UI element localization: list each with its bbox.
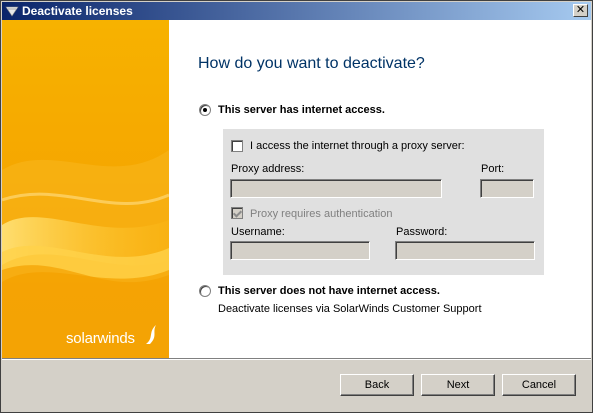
password-label: Password: bbox=[396, 226, 448, 238]
port-input[interactable] bbox=[480, 179, 534, 198]
radio-internet-access[interactable] bbox=[199, 104, 211, 116]
next-button[interactable]: Next bbox=[421, 374, 495, 396]
proxy-auth-label[interactable]: Proxy requires authentication bbox=[250, 208, 392, 220]
proxy-checkbox-label[interactable]: I access the internet through a proxy se… bbox=[250, 140, 465, 152]
password-input[interactable] bbox=[395, 241, 535, 260]
back-button[interactable]: Back bbox=[340, 374, 414, 396]
proxy-auth-checkbox[interactable] bbox=[231, 207, 243, 219]
offline-description: Deactivate licenses via SolarWinds Custo… bbox=[218, 303, 482, 315]
footer-divider bbox=[2, 358, 591, 360]
radio-no-internet-label[interactable]: This server does not have internet acces… bbox=[218, 285, 440, 297]
username-label: Username: bbox=[231, 226, 285, 238]
solarwinds-logo: solarwinds bbox=[66, 330, 135, 347]
app-icon bbox=[5, 6, 19, 17]
deactivate-licenses-dialog: Deactivate licenses ✕ solarwinds How do … bbox=[0, 0, 593, 413]
proxy-address-label: Proxy address: bbox=[231, 163, 305, 175]
port-label: Port: bbox=[481, 163, 505, 175]
proxy-address-input[interactable] bbox=[230, 179, 442, 198]
proxy-checkbox[interactable] bbox=[231, 140, 243, 152]
close-button[interactable]: ✕ bbox=[573, 4, 588, 17]
banner-waves bbox=[2, 20, 169, 358]
window-title: Deactivate licenses bbox=[22, 4, 133, 18]
cancel-button[interactable]: Cancel bbox=[502, 374, 576, 396]
close-icon: ✕ bbox=[575, 4, 586, 16]
title-bar[interactable]: Deactivate licenses ✕ bbox=[2, 2, 591, 20]
page-title: How do you want to deactivate? bbox=[198, 55, 425, 72]
radio-internet-access-label[interactable]: This server has internet access. bbox=[218, 104, 385, 116]
brand-banner: solarwinds bbox=[2, 20, 169, 358]
username-input[interactable] bbox=[230, 241, 370, 260]
radio-no-internet[interactable] bbox=[199, 285, 211, 297]
solarwinds-flame-icon bbox=[146, 325, 156, 344]
